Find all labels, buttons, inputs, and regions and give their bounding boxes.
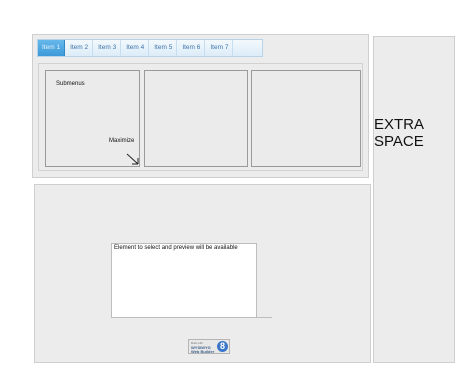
tab-item-6[interactable]: Item 6 bbox=[178, 40, 206, 56]
maximize-arrow-icon[interactable] bbox=[126, 153, 140, 166]
badge-line3: Web Builder bbox=[191, 349, 215, 354]
maximize-label: Maximize bbox=[109, 138, 135, 144]
tab-item-3[interactable]: Item 3 bbox=[94, 40, 122, 56]
extra-space-panel: EXTRA SPACE bbox=[373, 36, 455, 363]
content-box-2 bbox=[144, 70, 248, 167]
extra-space-line1: EXTRA bbox=[374, 116, 425, 133]
tab-content-area: Submenus Maximize bbox=[38, 63, 363, 171]
tab-bar: Item 1 Item 2 Item 3 Item 4 Item 5 Item … bbox=[37, 39, 263, 57]
content-box-3 bbox=[251, 70, 361, 167]
tab-item-2[interactable]: Item 2 bbox=[66, 40, 94, 56]
extra-space-line2: SPACE bbox=[374, 133, 424, 150]
preview-box-underline bbox=[257, 317, 272, 318]
extra-space-label: EXTRA SPACE bbox=[374, 116, 424, 150]
top-panel: Item 1 Item 2 Item 3 Item 4 Item 5 Item … bbox=[32, 34, 369, 178]
tab-item-1[interactable]: Item 1 bbox=[38, 40, 66, 56]
submenus-label: Submenus bbox=[56, 81, 85, 87]
bottom-panel: Element to select and preview will be av… bbox=[34, 184, 371, 363]
tab-item-4[interactable]: Item 4 bbox=[122, 40, 150, 56]
badge-number-icon: 8 bbox=[217, 341, 228, 352]
preview-text: Element to select and preview will be av… bbox=[114, 245, 238, 251]
wysiwyg-badge[interactable]: Built with WYSIWYG Web Builder 8 bbox=[188, 339, 230, 354]
tab-item-5[interactable]: Item 5 bbox=[150, 40, 178, 56]
tab-item-7[interactable]: Item 7 bbox=[206, 40, 234, 56]
submenus-box: Submenus Maximize bbox=[45, 70, 140, 167]
preview-box[interactable]: Element to select and preview will be av… bbox=[111, 243, 257, 318]
